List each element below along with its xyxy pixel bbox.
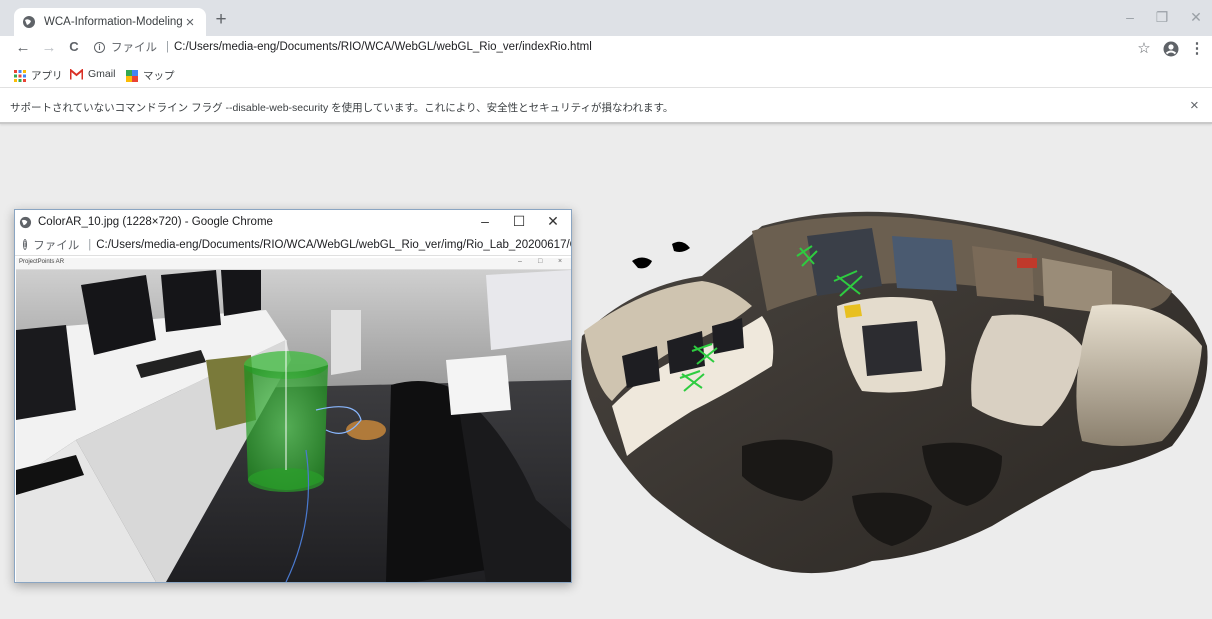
embedded-close-icon: × <box>558 258 563 265</box>
restore-button[interactable]: ❐ <box>1150 9 1174 26</box>
bookmark-label: マップ <box>143 70 175 82</box>
security-warning-infobar: サポートされていないコマンドライン フラグ --disable-web-secu… <box>0 88 1212 124</box>
popup-maximize-button[interactable]: ☐ <box>509 213 529 230</box>
popup-minimize-button[interactable]: – <box>475 213 495 229</box>
site-info-icon[interactable]: i <box>94 41 105 53</box>
bookmark-maps[interactable]: マップ <box>126 68 175 83</box>
bookmark-apps[interactable]: アプリ <box>14 68 63 83</box>
bookmark-star-icon[interactable]: ☆ <box>1135 39 1153 57</box>
tab-close-button[interactable]: × <box>182 14 198 31</box>
embedded-minimize-icon: – <box>518 258 522 265</box>
tab-title: WCA-Information-Modeling <box>44 16 182 28</box>
infobar-close-button[interactable]: × <box>1190 97 1199 114</box>
bookmarks-bar: アプリ Gmail マップ <box>0 62 1212 88</box>
embedded-app-titlebar: ProjectPoints AR – □ × <box>16 258 571 270</box>
gmail-icon <box>70 68 83 79</box>
menu-icon[interactable]: ⋮ <box>1188 39 1206 57</box>
address-separator: | <box>88 238 92 251</box>
minimize-button[interactable]: – <box>1118 9 1142 25</box>
bookmark-gmail[interactable]: Gmail <box>70 68 115 80</box>
embedded-app-title: ProjectPoints AR <box>19 259 65 265</box>
forward-button[interactable]: → <box>40 39 58 56</box>
omnibox-separator: | <box>166 41 169 53</box>
site-info-icon[interactable]: i <box>23 239 28 250</box>
scheme-label: ファイル <box>111 42 157 54</box>
webgl-3d-room-mesh[interactable] <box>572 196 1212 596</box>
profile-icon[interactable] <box>1163 41 1179 57</box>
popup-address-bar[interactable]: i ファイル | C:/Users/media-eng/Documents/RI… <box>15 234 571 256</box>
globe-icon <box>23 16 35 28</box>
infobar-message: サポートされていないコマンドライン フラグ --disable-web-secu… <box>10 102 674 114</box>
globe-icon <box>19 216 32 228</box>
tab-strip: WCA-Information-Modeling × + – ❐ ✕ <box>0 0 1212 36</box>
omnibox[interactable]: i ファイル | C:/Users/media-eng/Documents/RI… <box>94 39 592 55</box>
browser-toolbar: ← → C i ファイル | C:/Users/media-eng/Docume… <box>0 36 1212 62</box>
ar-camera-image <box>16 270 571 582</box>
browser-tab[interactable]: WCA-Information-Modeling × <box>14 8 206 36</box>
scheme-label: ファイル <box>33 239 80 252</box>
embedded-maximize-icon: □ <box>538 258 543 265</box>
apps-grid-icon <box>14 69 26 82</box>
maps-icon <box>126 69 138 82</box>
bookmark-label: Gmail <box>88 68 116 80</box>
popup-title: ColorAR_10.jpg (1228×720) - Google Chrom… <box>38 216 273 228</box>
url-text[interactable]: C:/Users/media-eng/Documents/RIO/WCA/Web… <box>174 41 592 53</box>
image-popup-window[interactable]: ColorAR_10.jpg (1228×720) - Google Chrom… <box>14 209 572 583</box>
new-tab-button[interactable]: + <box>210 9 232 31</box>
popup-close-button[interactable]: ✕ <box>543 213 563 230</box>
back-button[interactable]: ← <box>14 39 32 56</box>
popup-url-text[interactable]: C:/Users/media-eng/Documents/RIO/WCA/Web… <box>96 239 571 251</box>
bookmark-label: アプリ <box>31 70 63 82</box>
reload-button[interactable]: C <box>65 39 83 54</box>
window-close-button[interactable]: ✕ <box>1184 9 1208 26</box>
